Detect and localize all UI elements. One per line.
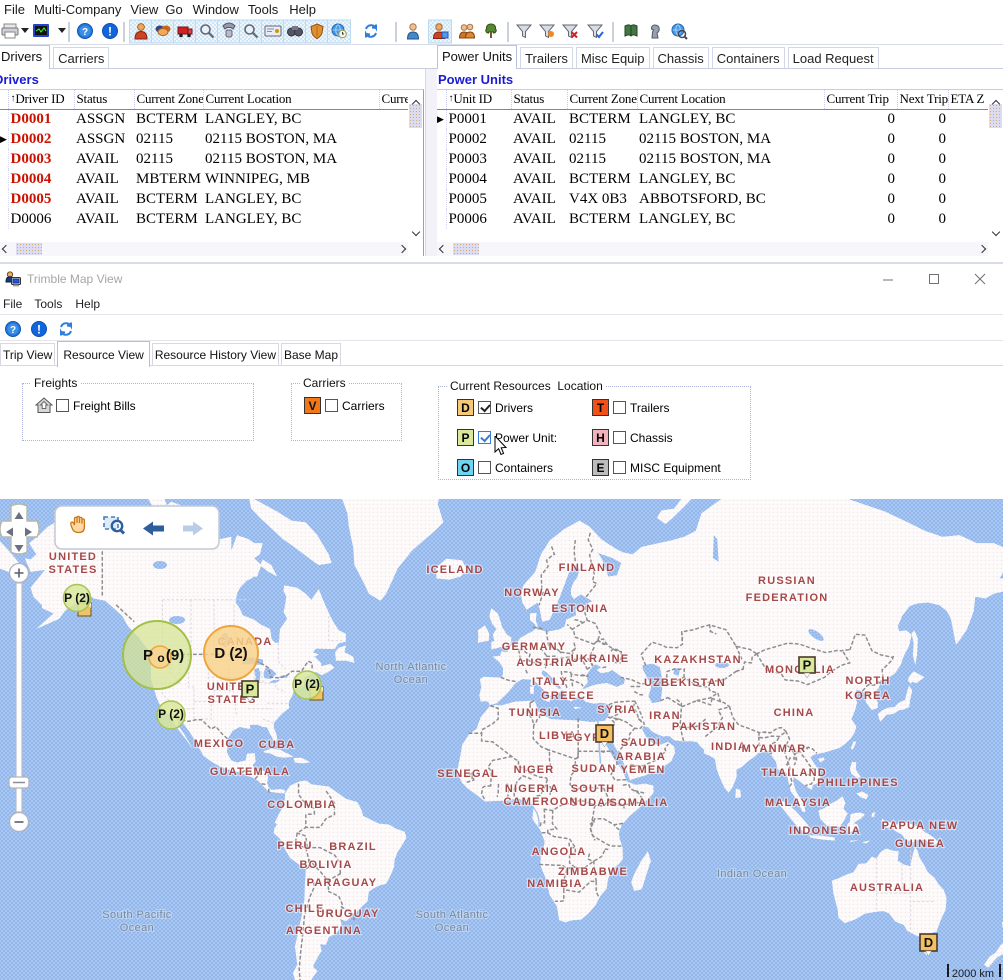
svg-text:YEMEN: YEMEN	[620, 764, 665, 776]
svg-text:SUDAN: SUDAN	[571, 763, 616, 775]
svg-text:NORWAY: NORWAY	[504, 587, 560, 599]
svg-text:CUBA: CUBA	[259, 739, 296, 751]
svg-text:!: !	[37, 322, 41, 336]
svg-text:UKRAINE: UKRAINE	[571, 653, 630, 665]
svg-text:ANGOLA: ANGOLA	[532, 846, 587, 858]
svg-text:North Atlantic: North Atlantic	[375, 661, 446, 673]
svg-text:GUINEA: GUINEA	[895, 838, 945, 850]
svg-text:CAMEROON: CAMEROON	[504, 796, 579, 808]
svg-text:P (2): P (2)	[294, 677, 320, 691]
svg-text:KAZAKHSTAN: KAZAKHSTAN	[654, 654, 742, 666]
svg-text:BOLIVIA: BOLIVIA	[299, 859, 352, 871]
svg-text:D: D	[924, 935, 933, 950]
svg-text:SOMALIA: SOMALIA	[609, 797, 668, 809]
svg-text:South Pacific: South Pacific	[102, 909, 172, 921]
svg-text:NAMIBIA: NAMIBIA	[527, 878, 582, 890]
svg-text:PERU: PERU	[277, 840, 312, 852]
svg-text:RUSSIAN: RUSSIAN	[758, 575, 816, 587]
svg-text:D (2): D (2)	[214, 645, 247, 662]
svg-text:SENEGAL: SENEGAL	[437, 768, 499, 780]
svg-text:?: ?	[10, 325, 16, 336]
svg-text:ITALY: ITALY	[532, 676, 568, 688]
svg-text:GERMANY: GERMANY	[502, 641, 567, 653]
svg-text:PAKISTAN: PAKISTAN	[672, 721, 736, 733]
svg-text:ICELAND: ICELAND	[426, 564, 483, 576]
svg-text:UNITED: UNITED	[49, 551, 97, 563]
svg-text:P: P	[803, 658, 812, 673]
svg-text:ARGENTINA: ARGENTINA	[286, 925, 362, 937]
svg-text:COLOMBIA: COLOMBIA	[267, 799, 336, 811]
svg-text:D: D	[600, 726, 609, 741]
svg-text:SYRIA: SYRIA	[597, 704, 637, 716]
svg-text:Ocean: Ocean	[394, 674, 428, 686]
svg-text:Ocean: Ocean	[120, 922, 154, 934]
svg-text:URUGUAY: URUGUAY	[316, 908, 379, 920]
svg-text:PARAGUAY: PARAGUAY	[307, 877, 378, 889]
svg-text:CHINA: CHINA	[774, 707, 815, 719]
svg-text:AUSTRALIA: AUSTRALIA	[850, 882, 924, 894]
svg-text:ESTONIA: ESTONIA	[551, 603, 608, 615]
svg-text:SOUTH: SOUTH	[571, 783, 616, 795]
svg-text:o: o	[157, 651, 164, 665]
svg-text:INDONESIA: INDONESIA	[789, 825, 861, 837]
svg-text:2000 km: 2000 km	[952, 968, 994, 980]
svg-text:AUSTRIA: AUSTRIA	[516, 657, 573, 669]
svg-text:GUATEMALA: GUATEMALA	[210, 766, 290, 778]
svg-text:NIGER: NIGER	[514, 764, 555, 776]
svg-text:P (2): P (2)	[64, 591, 90, 605]
svg-text:P: P	[246, 682, 255, 697]
svg-text:South Atlantic: South Atlantic	[416, 909, 489, 921]
svg-text:PHILIPPINES: PHILIPPINES	[817, 777, 899, 789]
svg-text:?: ?	[82, 27, 88, 38]
svg-text:ARABIA: ARABIA	[616, 751, 666, 763]
svg-text:BRAZIL: BRAZIL	[329, 841, 377, 853]
svg-text:(9): (9)	[166, 647, 184, 664]
svg-text:UZBEKISTAN: UZBEKISTAN	[644, 677, 726, 689]
svg-text:!: !	[108, 25, 112, 39]
svg-text:P: P	[143, 647, 153, 664]
svg-text:FINLAND: FINLAND	[559, 562, 616, 574]
svg-text:PAPUA NEW: PAPUA NEW	[882, 820, 959, 832]
svg-text:KOREA: KOREA	[845, 690, 891, 702]
svg-text:MEXICO: MEXICO	[194, 738, 245, 750]
svg-text:MALAYSIA: MALAYSIA	[765, 797, 831, 809]
svg-text:P (2): P (2)	[158, 707, 184, 721]
svg-text:NORTH: NORTH	[845, 675, 890, 687]
svg-text:NIGERIA: NIGERIA	[505, 783, 559, 795]
svg-text:FEDERATION: FEDERATION	[746, 592, 829, 604]
svg-text:ZIMBABWE: ZIMBABWE	[558, 866, 628, 878]
svg-text:STATES: STATES	[49, 564, 98, 576]
svg-text:GREECE: GREECE	[541, 690, 595, 702]
svg-text:MYANMAR: MYANMAR	[742, 743, 807, 755]
svg-text:TUNISIA: TUNISIA	[509, 707, 561, 719]
svg-text:Ocean: Ocean	[435, 922, 469, 934]
svg-text:Indian Ocean: Indian Ocean	[717, 868, 787, 880]
svg-text:SAUDI: SAUDI	[621, 737, 661, 749]
